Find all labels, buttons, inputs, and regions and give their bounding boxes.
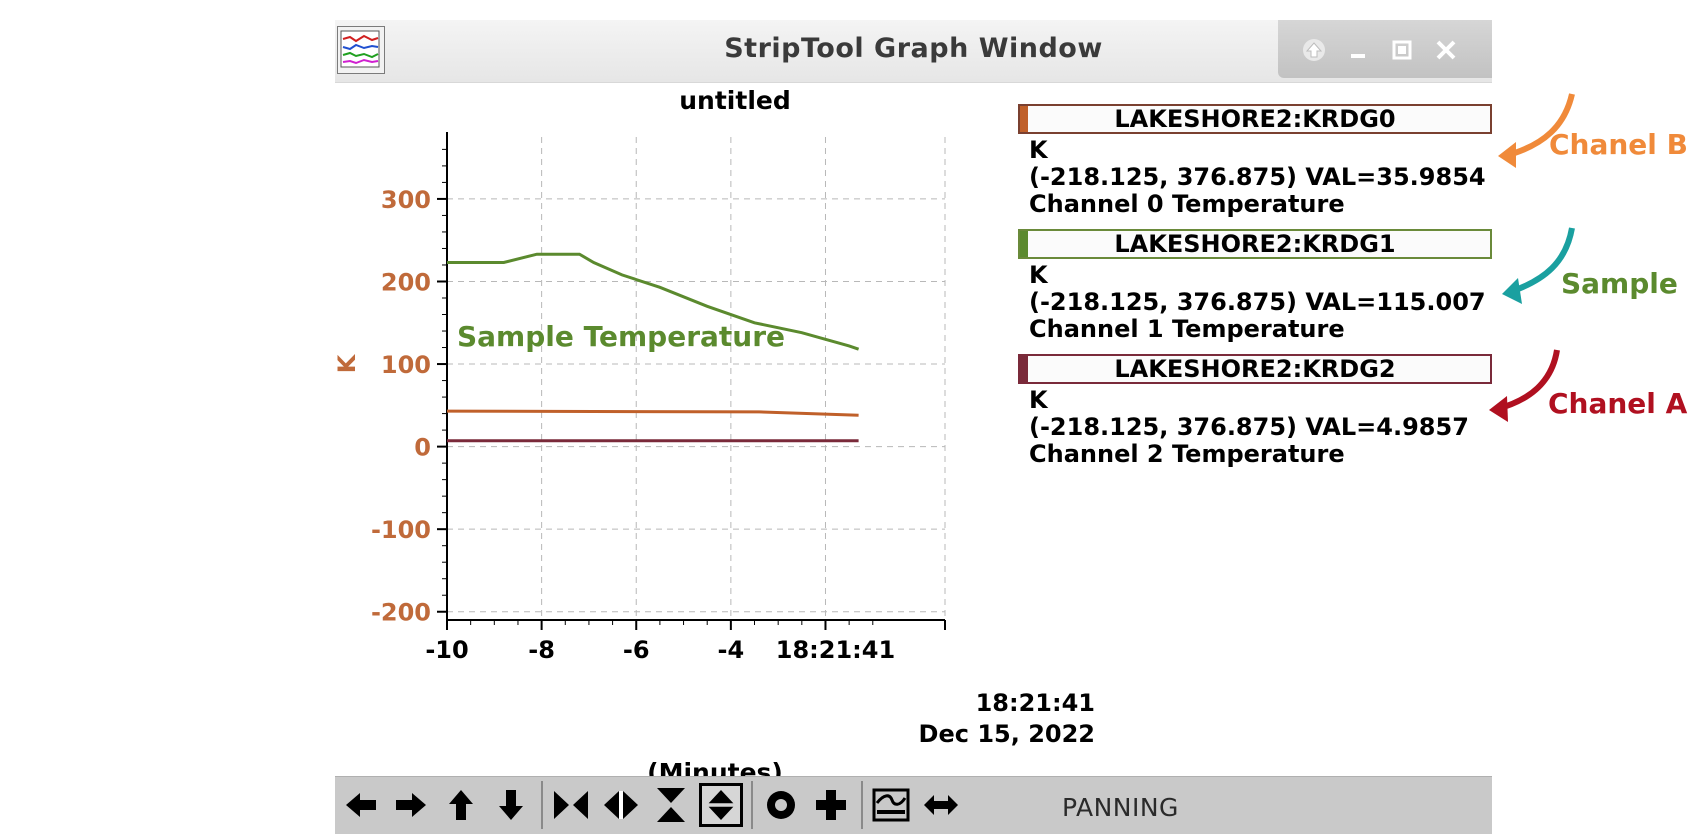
arrow-head-chanel-b <box>1498 142 1516 168</box>
annotation-sample: Sample <box>1561 267 1678 300</box>
annotation-chanel-a: Chanel A <box>1548 387 1688 420</box>
arrow-head-sample <box>1502 278 1522 304</box>
arrow-head-chanel-a <box>1489 396 1508 422</box>
annotation-chanel-b: Chanel B <box>1549 128 1688 161</box>
annotation-arrows <box>1489 93 1575 422</box>
